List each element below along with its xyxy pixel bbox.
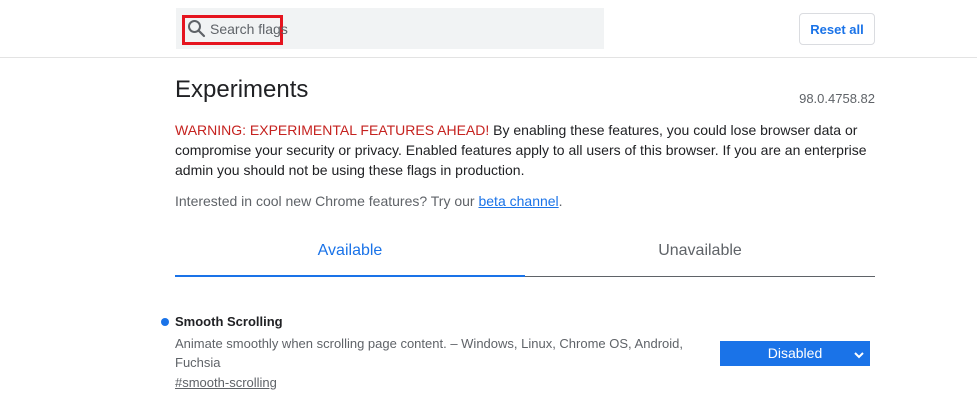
- version-number: 98.0.4758.82: [799, 91, 875, 106]
- reset-all-button[interactable]: Reset all: [799, 13, 875, 45]
- flag-description: Animate smoothly when scrolling page con…: [175, 336, 683, 370]
- beta-channel-link[interactable]: beta channel: [478, 193, 558, 209]
- warning-label: WARNING: EXPERIMENTAL FEATURES AHEAD!: [175, 122, 490, 138]
- search-box[interactable]: [176, 8, 604, 49]
- beta-promo-end: .: [558, 193, 563, 209]
- search-input[interactable]: [210, 18, 590, 40]
- page-title: Experiments: [175, 76, 309, 103]
- flag-state-select[interactable]: Disabled: [720, 341, 870, 366]
- header: Reset all: [0, 0, 977, 58]
- beta-promo-text: Interested in cool new Chrome features? …: [175, 193, 563, 209]
- flag-permalink[interactable]: #smooth-scrolling: [175, 375, 277, 390]
- modified-dot-icon: [161, 318, 169, 326]
- warning-text: WARNING: EXPERIMENTAL FEATURES AHEAD! By…: [175, 120, 875, 180]
- tab-available[interactable]: Available: [175, 228, 525, 277]
- tab-unavailable[interactable]: Unavailable: [525, 228, 875, 276]
- flag-state-value: Disabled: [767, 345, 823, 361]
- flag-name: Smooth Scrolling: [175, 314, 283, 329]
- tab-bar: Available Unavailable: [175, 228, 875, 277]
- search-icon: [187, 19, 206, 38]
- chevron-down-icon: [853, 348, 865, 360]
- beta-promo-label: Interested in cool new Chrome features? …: [175, 193, 479, 209]
- flag-item-smooth-scrolling: Smooth Scrolling Animate smoothly when s…: [160, 312, 880, 395]
